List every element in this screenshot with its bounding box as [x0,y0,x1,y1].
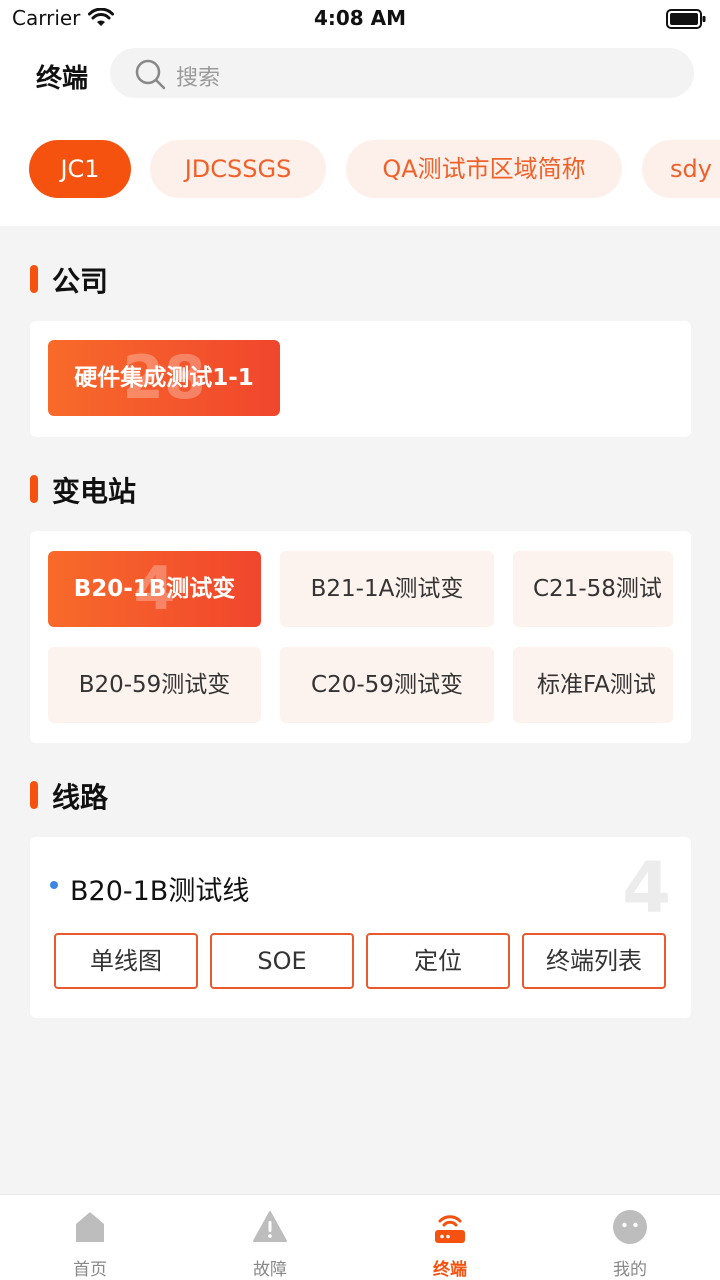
tab-fault[interactable]: 故障 [180,1195,360,1280]
section-title-line: 线路 [30,776,108,816]
terminal-list-button[interactable]: 终端列表 [522,933,666,989]
substation-card: 4 B20-1B测试变 B21-1A测试变 C21-58测试 B20-59测试变… [30,531,691,743]
line-name[interactable]: B20-1B测试线 [70,869,249,908]
warning-icon [252,1209,288,1245]
tab-label: 我的 [613,1260,647,1280]
bottom-tab-bar: 首页 故障 终端 我的 [0,1194,720,1280]
battery-icon [666,9,706,33]
tab-label: 首页 [73,1260,107,1280]
tab-label: 终端 [433,1260,467,1280]
substation-tile[interactable]: C21-58测试 [513,551,673,627]
substation-tile[interactable]: B20-59测试变 [48,647,261,723]
substation-tile-label: 标准FA测试 [537,672,656,698]
single-line-diagram-button[interactable]: 单线图 [54,933,198,989]
area-chip-bar: JC1 JDCSSGS QA测试市区域简称 sdy [0,112,720,226]
line-card: B20-1B测试线 4 单线图 SOE 定位 终端列表 [30,837,691,1018]
profile-face-icon [612,1209,648,1245]
tab-home[interactable]: 首页 [0,1195,180,1280]
tab-label: 故障 [253,1260,287,1280]
page-title: 终端 [36,64,89,94]
substation-tile-label: B21-1A测试变 [310,576,464,602]
substation-tile[interactable]: C20-59测试变 [280,647,494,723]
substation-tile-label: B20-59测试变 [78,672,231,698]
top-bar: 终端 搜索 [0,36,720,112]
home-icon [72,1209,108,1245]
chip-jdcssgs[interactable]: JDCSSGS [150,140,326,198]
search-icon [134,58,168,96]
terminal-router-icon [432,1209,468,1245]
tab-mine[interactable]: 我的 [540,1195,720,1280]
bullet-dot [50,881,58,889]
status-bar: Carrier 4:08 AM [0,0,720,36]
company-tile-label: 硬件集成测试1-1 [74,365,254,391]
substation-tile-label: B20-1B测试变 [73,576,236,602]
chip-jc1[interactable]: JC1 [29,140,131,198]
search-placeholder: 搜索 [176,66,221,91]
chip-sdy[interactable]: sdy [642,140,720,198]
section-title-company: 公司 [30,260,108,300]
chip-qa-area[interactable]: QA测试市区域简称 [346,140,622,198]
search-input[interactable]: 搜索 [110,48,694,98]
clock-time: 4:08 AM [313,6,407,30]
substation-tile[interactable]: 4 B20-1B测试变 [48,551,261,627]
locate-button[interactable]: 定位 [366,933,510,989]
company-card: 28 硬件集成测试1-1 [30,321,691,437]
substation-tile-label: C20-59测试变 [311,672,463,698]
section-title-substation: 变电站 [30,470,136,510]
company-tile[interactable]: 28 硬件集成测试1-1 [48,340,280,416]
line-count: 4 [622,847,671,929]
substation-tile[interactable]: B21-1A测试变 [280,551,494,627]
substation-tile[interactable]: 标准FA测试 [513,647,673,723]
soe-button[interactable]: SOE [210,933,354,989]
substation-tile-label: C21-58测试 [533,576,662,602]
tab-terminal[interactable]: 终端 [360,1195,540,1280]
